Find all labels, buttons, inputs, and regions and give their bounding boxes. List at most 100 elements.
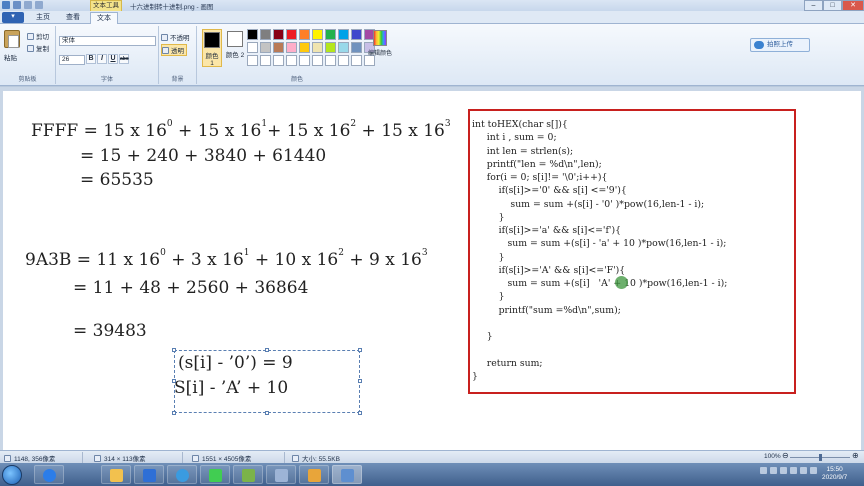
resize-handle[interactable] (172, 348, 176, 352)
taskbar-app-video[interactable] (299, 465, 329, 484)
selection-size-icon (94, 454, 101, 462)
selection-size: 314 × 113像素 (94, 453, 146, 463)
eq1-exp3: 3 (444, 119, 451, 130)
resize-handle[interactable] (265, 348, 269, 352)
transparent-button[interactable]: 透明 (161, 44, 187, 56)
palette-swatch[interactable] (299, 55, 310, 66)
context-tab-text-tools[interactable]: 文本工具 (90, 0, 122, 11)
close-button[interactable]: ✕ (842, 0, 864, 11)
palette-swatch[interactable] (325, 29, 336, 40)
text-selection-box[interactable]: (s[i] - ’0’) = 9 S[i] - ’A’ + 10 (172, 348, 362, 415)
taskbar-app-qt[interactable] (200, 465, 230, 484)
tab-view[interactable]: 查看 (60, 12, 86, 24)
tray-icon[interactable] (760, 467, 767, 474)
italic-button[interactable]: I (97, 54, 107, 64)
bold-button[interactable]: B (86, 54, 96, 64)
zoom-slider[interactable] (790, 454, 850, 461)
palette-swatch[interactable] (325, 42, 336, 53)
color2-button[interactable]: 颜色 2 (225, 29, 245, 67)
copy-label: 复制 (36, 46, 49, 53)
undo-icon[interactable] (24, 1, 32, 9)
redo-icon[interactable] (35, 1, 43, 9)
paint-app-icon[interactable] (2, 1, 10, 9)
taskbar-app-explorer[interactable] (101, 465, 131, 484)
taskbar-clock[interactable]: 15:50 2020/9/7 (822, 466, 847, 482)
palette-swatch[interactable] (273, 42, 284, 53)
image-size-text: 1551 × 4505像素 (202, 456, 252, 463)
tray-icon[interactable] (770, 467, 777, 474)
file-menu-button[interactable]: ▾ (2, 12, 24, 23)
zoom-slider-thumb[interactable] (818, 454, 822, 461)
tray-icon[interactable] (810, 467, 817, 474)
palette-swatch[interactable] (351, 42, 362, 53)
palette-swatch[interactable] (351, 55, 362, 66)
palette-swatch[interactable] (247, 42, 258, 53)
tray-icon[interactable] (780, 467, 787, 474)
taskbar-app-calc[interactable] (266, 465, 296, 484)
zoom-out-button[interactable]: ⊖ (782, 451, 789, 460)
font-family-select[interactable]: 宋体 (59, 36, 156, 46)
minimize-button[interactable]: – (804, 0, 823, 11)
palette-swatch[interactable] (338, 42, 349, 53)
cloud-upload-button[interactable]: 拍照上传 (750, 38, 810, 52)
palette-swatch[interactable] (273, 55, 284, 66)
resize-handle[interactable] (265, 411, 269, 415)
palette-swatch[interactable] (325, 55, 336, 66)
ribbon-tabs: ▾ 主页 查看 文本 (0, 11, 864, 24)
taskbar-app-paint[interactable] (332, 465, 362, 484)
palette-swatch[interactable] (312, 42, 323, 53)
eq1-term-b: + 15 x 16 (178, 121, 262, 141)
opaque-button[interactable]: 不透明 (161, 32, 190, 42)
taskbar-app-cloud[interactable] (134, 465, 164, 484)
palette-swatch[interactable] (299, 29, 310, 40)
strikethrough-button[interactable]: abc (119, 54, 129, 64)
resize-handle[interactable] (172, 411, 176, 415)
palette-swatch[interactable] (247, 29, 258, 40)
palette-swatch[interactable] (351, 29, 362, 40)
paste-button[interactable]: 粘贴 (4, 52, 17, 62)
code-line: return sum; (472, 357, 543, 369)
tray-icon[interactable] (790, 467, 797, 474)
paste-icon[interactable] (4, 30, 20, 48)
zoom-in-button[interactable]: ⊕ (852, 451, 859, 460)
cut-button[interactable]: 剪切 (27, 31, 49, 41)
palette-swatch[interactable] (247, 55, 258, 66)
code-line: int len = strlen(s); (472, 145, 574, 157)
palette-swatch[interactable] (286, 29, 297, 40)
eq2-line1: 9A3B = 11 x 160 + 3 x 161 + 10 x 162 + 9… (25, 248, 428, 270)
drawing-canvas[interactable]: FFFF = 15 x 160 + 15 x 161+ 15 x 162 + 1… (3, 91, 861, 450)
video-icon (308, 469, 321, 482)
palette-swatch[interactable] (260, 55, 271, 66)
palette-swatch[interactable] (286, 42, 297, 53)
resize-handle[interactable] (358, 348, 362, 352)
palette-swatch[interactable] (286, 55, 297, 66)
image-size: 1551 × 4505像素 (192, 453, 251, 463)
save-icon[interactable] (13, 1, 21, 9)
taskbar-app-edge[interactable] (167, 465, 197, 484)
edit-colors-button[interactable]: 编辑颜色 (368, 30, 392, 57)
copy-button[interactable]: 复制 (27, 43, 49, 53)
resize-handle[interactable] (358, 411, 362, 415)
taskbar-app-notepad[interactable] (233, 465, 263, 484)
palette-swatch[interactable] (273, 29, 284, 40)
maximize-button[interactable]: □ (823, 0, 842, 11)
palette-swatch[interactable] (312, 55, 323, 66)
color1-button[interactable]: 颜色 1 (202, 29, 222, 67)
taskbar-app-ie[interactable] (34, 465, 64, 484)
palette-swatch[interactable] (260, 42, 271, 53)
font-size-select[interactable]: 26 (59, 55, 85, 65)
mouse-cursor-indicator (615, 276, 628, 289)
tab-home[interactable]: 主页 (30, 12, 56, 24)
palette-swatch[interactable] (338, 55, 349, 66)
color2-label: 颜色 2 (225, 52, 245, 59)
tray-icon[interactable] (800, 467, 807, 474)
palette-swatch[interactable] (260, 29, 271, 40)
palette-swatch[interactable] (312, 29, 323, 40)
resize-handle[interactable] (358, 379, 362, 383)
palette-swatch[interactable] (299, 42, 310, 53)
start-button[interactable] (2, 465, 22, 485)
palette-swatch[interactable] (338, 29, 349, 40)
underline-button[interactable]: U (108, 54, 118, 64)
file-size: 大小: 55.5KB (292, 453, 340, 463)
tab-text[interactable]: 文本 (90, 12, 118, 24)
